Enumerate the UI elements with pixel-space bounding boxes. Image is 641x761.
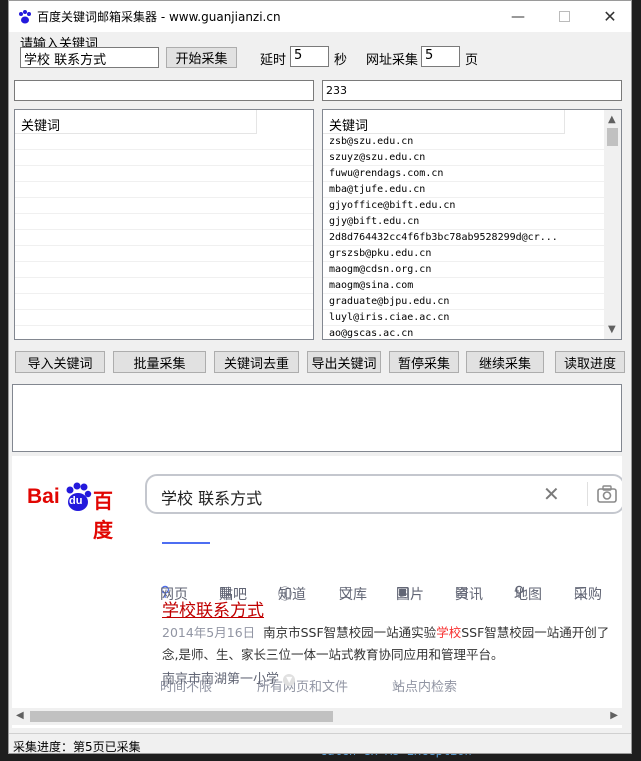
result-source[interactable]: 南京市南湖第一小学 ▼ — [162, 668, 296, 687]
scroll-left-icon[interactable]: ◀ — [16, 710, 24, 721]
list-item[interactable]: graduate@bjpu.edu.cn — [323, 294, 604, 310]
app-window: 百度关键词邮箱采集器 - www.guanjianzi.cn — ✕ 请输入关键… — [8, 0, 632, 754]
list-item[interactable]: 2d8d764432cc4f6fb3bc78ab9528299d@cr... — [323, 230, 604, 246]
result-snippet: 2014年5月16日 南京市SSF智慧校园一站通实验学校SSF智慧校园一站通开创… — [162, 622, 622, 666]
pause-collect-button[interactable]: 暂停采集 — [389, 351, 459, 373]
pages-unit: 页 — [465, 53, 479, 68]
minimize-button[interactable]: — — [495, 1, 541, 32]
list-item[interactable] — [15, 310, 313, 326]
logo-du-text: du — [69, 495, 83, 507]
list-item[interactable] — [15, 150, 313, 166]
resume-collect-button[interactable]: 继续采集 — [466, 351, 544, 373]
list-item[interactable]: luyl@iris.ciae.ac.cn — [323, 310, 604, 326]
list-item[interactable] — [15, 214, 313, 230]
keyword-input[interactable]: 学校 联系方式 — [20, 47, 159, 68]
logo-cn-text: 百度 — [93, 489, 113, 542]
list-item[interactable]: grszsb@pku.edu.cn — [323, 246, 604, 262]
scroll-right-icon[interactable]: ▶ — [610, 710, 618, 721]
baidu-logo[interactable]: Bai du 百度 — [27, 482, 132, 542]
list-item[interactable] — [15, 182, 313, 198]
right-list-rows: zsb@szu.edu.cn szuyz@szu.edu.cn fuwu@renda… — [323, 134, 604, 339]
list-item[interactable]: zsb@szu.edu.cn — [323, 134, 604, 150]
hscrollbar-thumb[interactable] — [30, 711, 333, 722]
load-progress-button[interactable]: 读取进度 — [555, 351, 625, 373]
list-item[interactable] — [15, 262, 313, 278]
maximize-button[interactable] — [541, 1, 587, 32]
result-snippet-line2: 念,是师、生、家长三位一体一站式教育协同应用和管理平台。 — [162, 647, 504, 662]
maximize-icon — [558, 11, 570, 22]
list-item[interactable] — [15, 246, 313, 262]
active-tab-underline — [162, 542, 210, 544]
tab-zhidao-label: 知道 — [278, 587, 306, 603]
list-item[interactable]: gjyoffice@bift.edu.cn — [323, 198, 604, 214]
left-list-header[interactable]: 关键词 — [15, 110, 256, 134]
baidu-search-box[interactable]: 学校 联系方式 ✕ — [145, 474, 622, 514]
list-item[interactable] — [15, 230, 313, 246]
embedded-browser: Bai du 百度 学校 联系方式 ✕ ⚲ 网页 ▦ 贴吧 ⓘ 知道 □ 文库 … — [12, 456, 622, 728]
tab-purchase-label: 采购 — [574, 587, 602, 603]
list-item[interactable]: maogm@cdsn.org.cn — [323, 262, 604, 278]
baidu-search-query[interactable]: 学校 联系方式 — [161, 485, 262, 509]
tab-map-label: 地图 — [514, 587, 542, 603]
right-list-column-divider[interactable] — [564, 110, 565, 134]
result-date: 2014年5月16日 — [162, 625, 256, 640]
left-text-input[interactable] — [14, 80, 314, 101]
result-snippet-highlight: 学校 — [436, 625, 462, 640]
logo-bai-text: Bai — [27, 485, 60, 508]
close-button[interactable]: ✕ — [587, 1, 631, 32]
scroll-down-icon[interactable]: ▼ — [608, 324, 616, 335]
source-dropdown-icon[interactable]: ▼ — [283, 673, 296, 686]
list-item[interactable] — [15, 326, 313, 339]
list-item[interactable] — [15, 278, 313, 294]
list-item[interactable]: mba@tjufe.edu.cn — [323, 182, 604, 198]
result-snippet-part-b: SSF智慧校园一站通开创了 — [461, 625, 610, 640]
result-source-label: 南京市南湖第一小学 — [162, 672, 280, 687]
result-snippet-part-a: 南京市SSF智慧校园一站通实验 — [263, 625, 437, 640]
tab-images-label: 图片 — [396, 587, 424, 603]
pages-input[interactable]: 5 — [421, 46, 460, 67]
baidu-paw-icon — [19, 10, 31, 24]
pages-label: 网址采集 — [366, 53, 419, 68]
email-list-right[interactable]: 关键词 zsb@szu.edu.cn szuyz@szu.edu.cn fuwu@r… — [322, 109, 622, 340]
window-title: 百度关键词邮箱采集器 - www.guanjianzi.cn — [37, 10, 281, 24]
right-list-header[interactable]: 关键词 — [323, 110, 564, 134]
list-item[interactable] — [15, 198, 313, 214]
logo-paw-icon: du — [64, 482, 92, 512]
list-item[interactable] — [15, 134, 313, 150]
list-item[interactable]: gjy@bift.edu.cn — [323, 214, 604, 230]
list-item[interactable]: fuwu@rendags.com.cn — [323, 166, 604, 182]
camera-icon[interactable] — [597, 485, 617, 503]
list-item[interactable]: maogm@sina.com — [323, 278, 604, 294]
clear-search-icon[interactable]: ✕ — [543, 482, 560, 506]
list-item[interactable]: szuyz@szu.edu.cn — [323, 150, 604, 166]
tab-wenku-label: 文库 — [339, 587, 367, 603]
chevron-down-icon: ⌄ — [392, 676, 403, 691]
log-textarea[interactable] — [12, 384, 622, 452]
right-text-input[interactable]: 233 — [322, 80, 622, 101]
browser-hscrollbar[interactable]: ◀ ▶ — [12, 708, 622, 725]
scrollbar-thumb[interactable] — [607, 128, 618, 146]
scroll-up-icon[interactable]: ▲ — [608, 114, 616, 125]
status-bar: 采集进度：第5页已采集 — [9, 733, 631, 754]
title-bar: 百度关键词邮箱采集器 - www.guanjianzi.cn — ✕ — [9, 1, 631, 32]
delay-label: 延时 — [260, 53, 287, 68]
export-keywords-button[interactable]: 导出关键词 — [307, 351, 381, 373]
list-item[interactable] — [15, 166, 313, 182]
import-keywords-button[interactable]: 导入关键词 — [15, 351, 105, 373]
list-item[interactable] — [15, 294, 313, 310]
left-list-rows — [15, 134, 313, 339]
dedupe-keywords-button[interactable]: 关键词去重 — [214, 351, 299, 373]
result-title-link[interactable]: 学校联系方式 — [162, 596, 264, 621]
list-item[interactable]: ao@gscas.ac.cn — [323, 326, 604, 339]
left-list-column-divider[interactable] — [256, 110, 257, 134]
batch-collect-button[interactable]: 批量采集 — [113, 351, 206, 373]
delay-unit: 秒 — [334, 53, 348, 68]
search-divider — [587, 482, 588, 506]
delay-input[interactable]: 5 — [290, 46, 329, 67]
right-list-scrollbar[interactable]: ▲ ▼ — [604, 110, 621, 339]
status-text: 采集进度：第5页已采集 — [13, 740, 141, 754]
start-collect-button[interactable]: 开始采集 — [166, 47, 237, 68]
tab-news-label: 资讯 — [455, 587, 483, 603]
keyword-list-left[interactable]: 关键词 — [14, 109, 314, 340]
